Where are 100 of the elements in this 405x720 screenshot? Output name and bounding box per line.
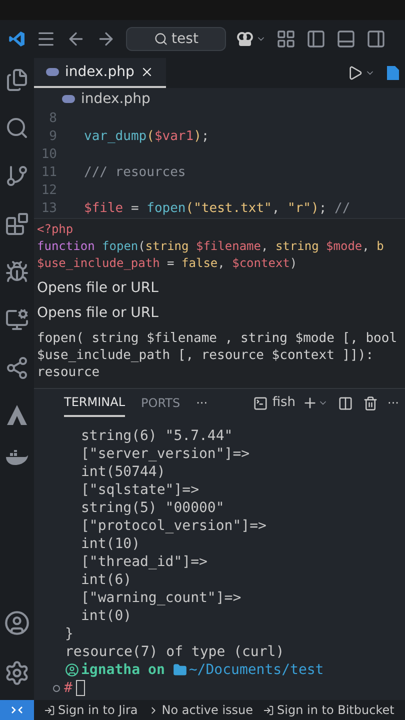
prompt-on: on	[148, 661, 165, 679]
prompt-user: ignatha	[81, 661, 140, 679]
status-text: No active issue	[162, 702, 254, 719]
code-token: string	[275, 239, 319, 253]
sign-in-icon	[44, 704, 55, 716]
code-token: fopen	[101, 239, 138, 253]
branch-icon[interactable]	[5, 164, 29, 188]
share-icon[interactable]	[5, 356, 29, 380]
status-item[interactable]: Sign in to Bitbucket	[263, 701, 394, 719]
code-token: $filename	[194, 239, 261, 253]
panel-bottom-icon[interactable]	[336, 29, 356, 49]
code-token: )	[194, 129, 202, 144]
terminal-line: ["protocol_version"]=>	[80, 517, 268, 535]
app-logo-icon	[8, 30, 26, 48]
terminal-line: int(6)	[80, 571, 133, 589]
split-icon[interactable]	[338, 396, 353, 410]
code-token: $var1	[154, 129, 194, 144]
code-token: ;	[318, 201, 328, 216]
shell-name[interactable]: fish	[272, 393, 296, 413]
folder-icon	[172, 663, 187, 677]
sign-in-icon	[263, 704, 274, 716]
terminal-line: int(50744)	[80, 463, 166, 481]
code-token: ,	[272, 201, 281, 216]
terminal-line: ["thread_id"]=>	[80, 553, 208, 571]
file-icon[interactable]	[385, 65, 401, 81]
code-token: )	[290, 256, 298, 270]
line-number: 12	[40, 182, 58, 200]
code-token: fopen	[146, 201, 186, 216]
code-token: $file	[84, 201, 124, 216]
monitor-icon[interactable]	[5, 308, 29, 332]
more-button[interactable]: ···	[196, 394, 208, 412]
doc-text: $use_include_path [, resource $context ]]):	[37, 347, 375, 364]
user-icon	[65, 663, 79, 677]
terminal-line: ["server_version"]=>	[80, 445, 251, 463]
editor-tab[interactable]: index.php	[34, 58, 166, 88]
line-number: 10	[40, 146, 58, 164]
terminal-line: ["warning_count"]=>	[80, 589, 242, 607]
command-search-field[interactable]: test	[126, 27, 226, 51]
run-icon[interactable]	[347, 65, 363, 81]
code-token: ,	[261, 239, 270, 253]
code-token: function	[37, 239, 95, 253]
line-number: 13	[40, 200, 58, 218]
code-token: (	[138, 239, 146, 253]
status-text: Sign in to Bitbucket	[277, 702, 394, 719]
tab-label: index.php	[65, 62, 134, 82]
more-button[interactable]: ···	[388, 394, 399, 412]
code-token: $context	[232, 256, 290, 270]
status-text: Sign in to Jira	[58, 702, 138, 719]
triangle-logo-icon[interactable]	[6, 404, 28, 426]
code-token: )	[311, 201, 319, 216]
cursor	[76, 680, 86, 696]
whale-icon[interactable]	[5, 450, 29, 466]
code-token: =	[166, 256, 176, 270]
terminal-line: resource(7) of type (curl)	[65, 643, 286, 661]
panel-left-icon[interactable]	[306, 29, 326, 49]
settings-icon[interactable]	[4, 660, 30, 686]
terminal-line: int(0)	[80, 607, 133, 625]
panel-tab[interactable]: PORTS	[141, 389, 180, 417]
code-token: =	[130, 201, 140, 216]
code-token: var_dump	[84, 129, 147, 144]
panel-right-icon[interactable]	[366, 29, 386, 49]
trash-icon[interactable]	[362, 396, 378, 410]
line-number: 11	[40, 164, 58, 182]
bug-icon[interactable]	[5, 260, 29, 284]
code-token: b	[376, 239, 384, 253]
remote-button[interactable]	[0, 700, 34, 720]
terminal-line: string(6) "5.7.44"	[80, 427, 234, 445]
code-token: ,	[218, 256, 226, 270]
terminal-line: ["sqlstate"]=>	[80, 481, 200, 499]
search-text: test	[172, 30, 198, 48]
php-file-icon	[62, 95, 75, 103]
code-token: //	[334, 201, 350, 216]
code-token: string	[145, 239, 189, 253]
files-icon[interactable]	[5, 68, 29, 92]
panel-tab[interactable]: TERMINAL	[64, 389, 126, 417]
doc-text: resource	[37, 364, 101, 381]
layout-icon[interactable]	[276, 29, 296, 49]
search-icon	[154, 32, 168, 46]
prompt-symbol: #	[64, 679, 72, 697]
copilot-icon[interactable]	[236, 31, 254, 47]
php-file-icon	[46, 68, 59, 76]
add-icon[interactable]	[302, 395, 318, 411]
code-token: $use_include_path	[37, 256, 160, 270]
description-text: Opens file or URL	[37, 280, 160, 297]
status-item[interactable]: Sign in to Jira	[44, 701, 138, 719]
doc-text: fopen( string $filename , string $mode [, bool	[37, 330, 398, 347]
extensions-icon[interactable]	[5, 212, 29, 236]
status-item[interactable]: No active issue	[148, 701, 254, 719]
terminal-line: }	[65, 625, 74, 643]
search-icon[interactable]	[5, 116, 29, 140]
account-icon[interactable]	[4, 610, 30, 636]
terminal-line: string(5) "00000"	[80, 499, 226, 517]
code-token: <?php	[37, 222, 74, 236]
code-token: (	[146, 129, 154, 144]
code-token: ;	[201, 129, 210, 144]
breadcrumb[interactable]: index.php	[81, 88, 150, 110]
description-text: Opens file or URL	[37, 305, 160, 322]
line-number: 8	[48, 110, 58, 128]
remote-icon	[11, 704, 23, 716]
code-token: (	[186, 201, 194, 216]
